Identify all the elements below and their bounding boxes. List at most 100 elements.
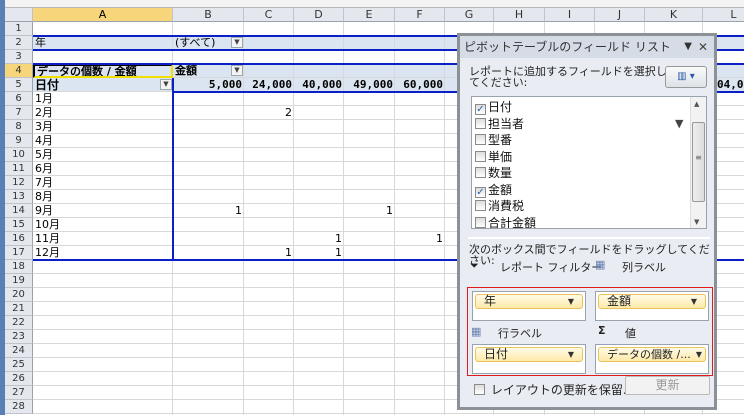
checked-checkbox[interactable]: ✓ (475, 186, 486, 198)
column-header-D[interactable]: D (294, 8, 344, 22)
row-header-21[interactable]: 21 (5, 302, 33, 316)
pivot-filter-value[interactable]: (すべて) (173, 36, 233, 50)
column-header-C[interactable]: C (244, 8, 294, 22)
pivot-count-cell[interactable]: 1 (395, 232, 445, 246)
update-button[interactable]: 更新 (625, 376, 710, 395)
column-header-A[interactable]: A (33, 8, 173, 22)
row-header-24[interactable]: 24 (5, 344, 33, 358)
row-header-11[interactable]: 11 (5, 162, 33, 176)
column-labels-area[interactable]: 金額 ▼ (595, 291, 709, 321)
column-header-I[interactable]: I (545, 8, 595, 22)
pivot-count-cell[interactable]: 2 (244, 106, 294, 120)
pivot-row-label[interactable]: 6月 (33, 162, 173, 176)
row-header-8[interactable]: 8 (5, 120, 33, 134)
row-header-23[interactable]: 23 (5, 330, 33, 344)
row-header-13[interactable]: 13 (5, 190, 33, 204)
field-item[interactable]: 合計金額 (475, 215, 536, 228)
dropdown-arrow-icon[interactable]: ▼ (568, 348, 574, 361)
field-list-scrollbar[interactable]: ▲ ≡ ▼ (690, 97, 706, 228)
row-header-20[interactable]: 20 (5, 288, 33, 302)
row-header-25[interactable]: 25 (5, 358, 33, 372)
column-header-J[interactable]: J (595, 8, 645, 22)
row-header-28[interactable]: 28 (5, 400, 33, 414)
pivot-row-label[interactable]: 11月 (33, 232, 173, 246)
row-header-27[interactable]: 27 (5, 386, 33, 400)
column-header-B[interactable]: B (173, 8, 244, 22)
checkbox[interactable] (474, 384, 485, 395)
field-item[interactable]: 消費税 (475, 198, 524, 215)
field-item[interactable]: ✓ 金額 (475, 182, 512, 199)
row-header-14[interactable]: 14 (5, 204, 33, 218)
dropdown-arrow-icon[interactable]: ▼ (568, 295, 574, 308)
column-field-dropdown-icon[interactable]: ▼ (231, 65, 243, 76)
field-list[interactable]: ✓ 日付 担当者 型番 単価 数量 ✓ 金額 消費税 合計金額 ▼ ▲ ≡ ▼ (471, 96, 707, 229)
column-header-E[interactable]: E (344, 8, 395, 22)
pivot-row-label[interactable]: 1月 (33, 92, 173, 106)
column-header-G[interactable]: G (445, 8, 494, 22)
select-all-corner[interactable] (5, 8, 33, 22)
row-header-4[interactable]: 4 (5, 64, 33, 78)
row-header-9[interactable]: 9 (5, 134, 33, 148)
row-header-17[interactable]: 17 (5, 246, 33, 260)
pivot-row-label[interactable]: 5月 (33, 148, 173, 162)
pivot-count-cell[interactable]: 1 (294, 246, 344, 260)
dropdown-arrow-icon[interactable]: ▼ (696, 348, 702, 361)
column-header-L[interactable]: L (703, 8, 744, 22)
checkbox[interactable] (475, 117, 486, 129)
row-header-18[interactable]: 18 (5, 260, 33, 274)
checkbox[interactable] (475, 134, 486, 145)
row-header-10[interactable]: 10 (5, 148, 33, 162)
row-header-19[interactable]: 19 (5, 274, 33, 288)
row-header-1[interactable]: 1 (5, 22, 33, 36)
row-header-5[interactable]: 5 (5, 78, 33, 92)
filter-field-chip[interactable]: 年 ▼ (475, 294, 583, 309)
pivot-row-label[interactable]: 9月 (33, 204, 173, 218)
row-header-2[interactable]: 2 (5, 36, 33, 50)
values-field-chip[interactable]: データの個数 /... ▼ (598, 347, 706, 362)
pivot-filter-label[interactable]: 年 (33, 36, 173, 50)
row-header-12[interactable]: 12 (5, 176, 33, 190)
pane-options-dropdown-icon[interactable]: ▼ (684, 36, 692, 58)
row-header-6[interactable]: 6 (5, 92, 33, 106)
column-header-F[interactable]: F (395, 8, 445, 22)
pivot-value-label[interactable]: データの個数 / 金額 (33, 64, 173, 78)
report-filter-area[interactable]: 年 ▼ (472, 291, 586, 321)
checkbox[interactable] (475, 200, 486, 211)
filter-dropdown-icon[interactable]: ▼ (231, 37, 243, 48)
pivot-row-label[interactable]: 12月 (33, 246, 173, 260)
row-labels-area[interactable]: 日付 ▼ (472, 344, 586, 374)
column-field-chip[interactable]: 金額 ▼ (598, 294, 706, 309)
pivot-row-label[interactable]: 8月 (33, 190, 173, 204)
scroll-thumb[interactable]: ≡ (692, 122, 705, 202)
pivot-count-cell[interactable]: 1 (344, 204, 395, 218)
pivot-row-label[interactable]: 3月 (33, 120, 173, 134)
scroll-down-icon[interactable]: ▼ (694, 218, 699, 226)
row-header-15[interactable]: 15 (5, 218, 33, 232)
row-field-chip[interactable]: 日付 ▼ (475, 347, 583, 362)
pivot-column-field[interactable]: 金額 (173, 64, 233, 78)
column-header-K[interactable]: K (645, 8, 703, 22)
pivot-count-cell[interactable]: 1 (244, 246, 294, 260)
row-header-26[interactable]: 26 (5, 372, 33, 386)
pivot-row-label[interactable]: 4月 (33, 134, 173, 148)
pivot-count-cell[interactable]: 1 (294, 232, 344, 246)
field-item[interactable]: 型番 (475, 132, 512, 149)
defer-layout-update-checkbox[interactable]: レイアウトの更新を保留... (474, 381, 634, 398)
layout-options-button[interactable]: ▥ ▾ (665, 66, 707, 88)
checkbox[interactable] (475, 167, 486, 178)
column-header-H[interactable]: H (494, 8, 545, 22)
field-item[interactable]: 数量 (475, 165, 512, 182)
checked-checkbox[interactable]: ✓ (475, 104, 486, 115)
dropdown-arrow-icon[interactable]: ▼ (691, 295, 697, 308)
pivot-row-label[interactable]: 2月 (33, 106, 173, 120)
pivot-row-label[interactable]: 10月 (33, 218, 173, 232)
scroll-up-icon[interactable]: ▲ (694, 100, 699, 108)
pivot-row-label[interactable]: 7月 (33, 176, 173, 190)
checkbox[interactable] (475, 216, 486, 228)
pivot-row-field[interactable]: 日付 (33, 78, 173, 92)
field-item[interactable]: ✓ 日付 (475, 99, 512, 116)
field-item[interactable]: 単価 (475, 149, 512, 166)
row-field-dropdown-icon[interactable]: ▼ (160, 79, 172, 90)
checkbox[interactable] (475, 150, 486, 162)
row-header-7[interactable]: 7 (5, 106, 33, 120)
